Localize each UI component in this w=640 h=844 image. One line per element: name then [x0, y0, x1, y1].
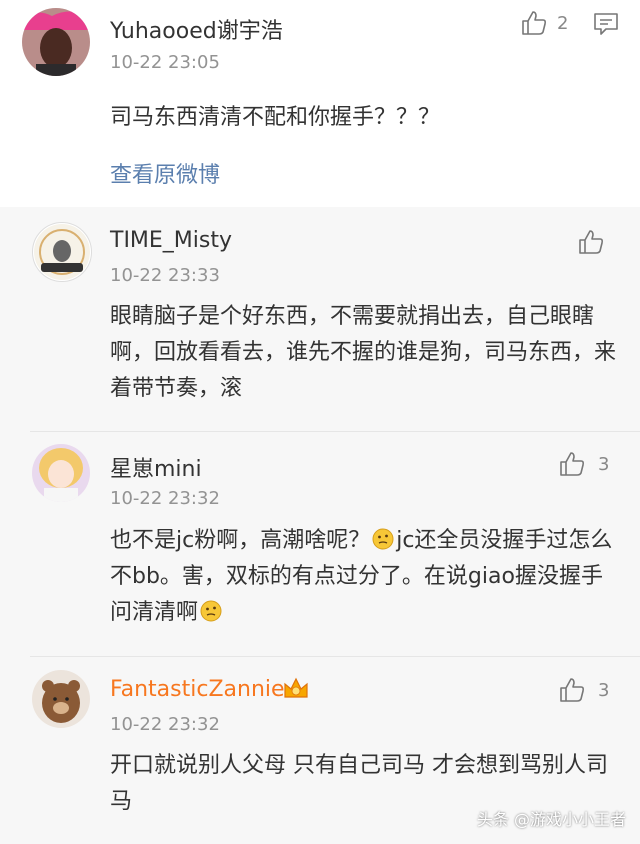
comment-text: 司马东西清清不配和你握手？？？: [110, 105, 441, 130]
like-icon[interactable]: [559, 677, 585, 703]
username[interactable]: 星崽mini: [110, 451, 202, 483]
like-count: 3: [598, 454, 610, 475]
timestamp: 10-22 23:32: [110, 488, 220, 509]
comment-text: 眼睛脑子是个好东西，不需要就捐出去，自己眼瞎啊，回放看看去，谁先不握的谁是狗，司…: [110, 304, 617, 401]
avatar[interactable]: [32, 444, 90, 502]
avatar[interactable]: [32, 222, 92, 282]
avatar[interactable]: [22, 8, 90, 76]
crown-badge-icon: [284, 677, 308, 698]
like-icon[interactable]: [559, 451, 585, 477]
username[interactable]: TIME_Misty: [110, 228, 232, 253]
username[interactable]: FantasticZannie: [110, 677, 285, 702]
username[interactable]: Yuhaooed谢宇浩: [110, 13, 283, 45]
thinking-emoji: [200, 600, 222, 622]
comment-text-part: 也不是jc粉啊，高潮啥呢？: [110, 528, 371, 553]
thinking-emoji: [372, 528, 394, 550]
timestamp: 10-22 23:05: [110, 52, 220, 73]
timestamp: 10-22 23:33: [110, 265, 220, 286]
view-original-link[interactable]: 查看原微博: [110, 157, 220, 189]
watermark: 头条 @游戏小小王者: [476, 810, 626, 829]
comment-text: 也不是jc粉啊，高潮啥呢？ jc还全员没握手过怎么不bb。害，双标的有点过分了。在…: [110, 523, 620, 631]
like-count: 3: [598, 680, 610, 701]
divider: [30, 656, 640, 657]
like-icon[interactable]: [578, 229, 604, 255]
timestamp: 10-22 23:32: [110, 714, 220, 735]
comment-icon[interactable]: [593, 12, 619, 36]
like-count: 2: [557, 13, 569, 34]
main-comment: Yuhaooed谢宇浩 10-22 23:05 2 司马东西清清不配和你握手？？…: [0, 0, 640, 207]
like-icon[interactable]: [521, 10, 547, 36]
divider: [30, 431, 640, 432]
avatar[interactable]: [32, 670, 90, 728]
